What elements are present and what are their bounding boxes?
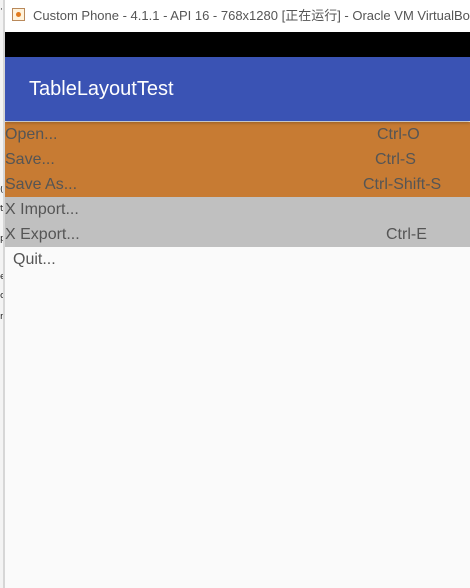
app-title: TableLayoutTest	[29, 78, 174, 100]
menu-item-label: X Import...	[5, 201, 79, 218]
menu-item-shortcut: Ctrl-E	[386, 226, 427, 243]
menu-item-label: Save...	[5, 151, 55, 168]
virtualbox-app-icon	[12, 8, 25, 21]
menu-item-shortcut: Ctrl-S	[375, 151, 416, 168]
menu-row-save-as[interactable]: Save As... Ctrl-Shift-S	[5, 172, 470, 197]
menu-item-label: Quit...	[13, 251, 56, 268]
menu-row-save[interactable]: Save... Ctrl-S	[5, 147, 470, 172]
action-bar: TableLayoutTest	[5, 57, 470, 121]
menu-item-shortcut: Ctrl-O	[377, 126, 420, 143]
table-layout: Open... Ctrl-O Save... Ctrl-S Save As...…	[5, 122, 470, 272]
menu-row-open[interactable]: Open... Ctrl-O	[5, 122, 470, 147]
window-title: Custom Phone - 4.1.1 - API 16 - 768x1280…	[33, 8, 470, 23]
menu-item-label: Save As...	[5, 176, 78, 193]
window-titlebar[interactable]: Custom Phone - 4.1.1 - API 16 - 768x1280…	[5, 0, 470, 32]
menu-item-label: Open...	[5, 126, 58, 143]
menu-row-import[interactable]: X Import...	[5, 197, 470, 222]
virtualbox-window: Custom Phone - 4.1.1 - API 16 - 768x1280…	[5, 0, 470, 588]
menu-row-export[interactable]: X Export... Ctrl-E	[5, 222, 470, 247]
menu-item-label: X Export...	[5, 226, 80, 243]
menu-item-shortcut: Ctrl-Shift-S	[363, 176, 442, 193]
android-status-bar	[5, 32, 470, 57]
menu-row-quit[interactable]: Quit...	[5, 247, 470, 272]
